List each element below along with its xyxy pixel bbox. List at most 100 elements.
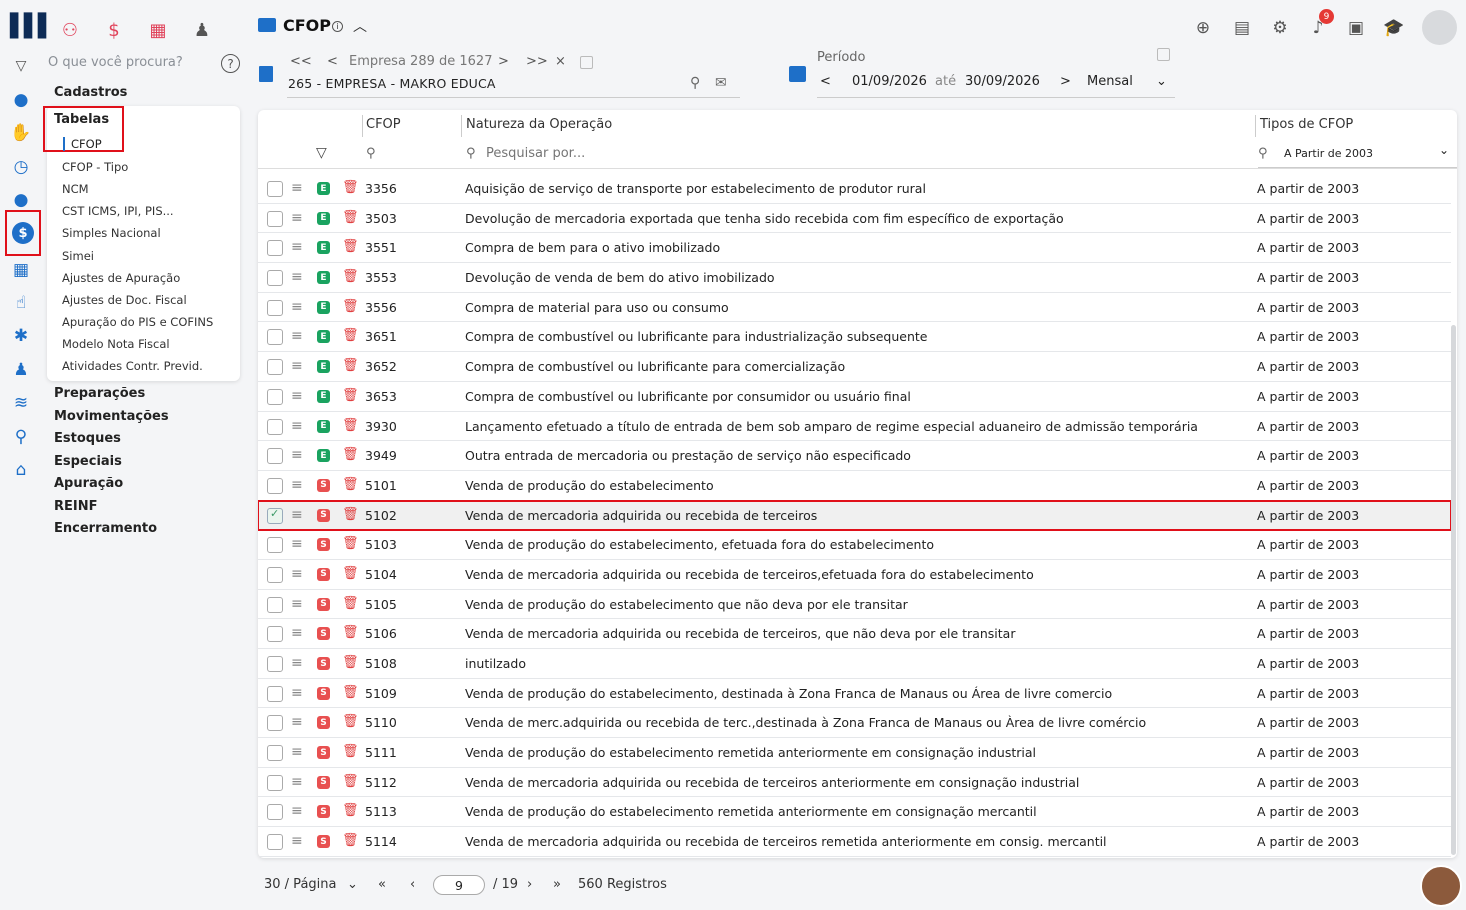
network-icon[interactable]: ✱: [9, 324, 33, 348]
natureza-search-icon[interactable]: ⚲: [466, 146, 476, 161]
table-row[interactable]: ≡ E 🗑 3949 Outra entrada de mercadoria ou pr…: [258, 441, 1451, 471]
menu-item-ajustes-doc[interactable]: Ajustes de Doc. Fiscal: [62, 293, 187, 307]
trash-icon[interactable]: 🗑: [342, 596, 359, 611]
trash-icon[interactable]: 🗑: [342, 507, 359, 522]
menu-tabelas[interactable]: Tabelas: [54, 112, 109, 127]
menu-item-ncm[interactable]: NCM: [62, 182, 89, 196]
row-checkbox[interactable]: [267, 181, 283, 197]
row-checkbox[interactable]: [267, 240, 283, 257]
menu-especiais[interactable]: Especiais: [54, 454, 122, 469]
row-checkbox[interactable]: [267, 270, 283, 287]
drag-handle-icon[interactable]: ≡: [291, 536, 303, 552]
drag-handle-icon[interactable]: ≡: [291, 180, 303, 196]
drag-handle-icon[interactable]: ≡: [291, 596, 303, 612]
prev-page-button[interactable]: ‹: [410, 877, 415, 892]
col-tipos[interactable]: Tipos de CFOP: [1260, 117, 1353, 132]
table-row[interactable]: ≡ S 🗑 5112 Venda de mercadoria adquirida ou …: [258, 768, 1451, 798]
drag-handle-icon[interactable]: ≡: [291, 655, 303, 671]
table-row[interactable]: ≡ E 🗑 3652 Compra de combustível ou lubrific…: [258, 352, 1451, 382]
drag-handle-icon[interactable]: ≡: [291, 299, 303, 315]
table-row[interactable]: ≡ S 🗑 5113 Venda de produção do estabelecime…: [258, 797, 1451, 828]
people-icon[interactable]: ⚇: [58, 18, 82, 42]
per-page-chevron-icon[interactable]: ⌄: [347, 877, 358, 892]
trash-icon[interactable]: 🗑: [342, 625, 359, 640]
trash-icon[interactable]: 🗑: [342, 536, 359, 551]
row-checkbox[interactable]: [267, 745, 283, 762]
document-icon[interactable]: ▤: [1230, 16, 1254, 40]
first-page-button[interactable]: «: [378, 877, 386, 892]
row-checkbox[interactable]: [267, 477, 283, 494]
drag-handle-icon[interactable]: ≡: [291, 714, 303, 730]
row-checkbox[interactable]: [267, 685, 283, 702]
avatar[interactable]: [1422, 10, 1457, 45]
last-empresa-button[interactable]: >>: [526, 54, 548, 69]
mail-icon[interactable]: ✉: [715, 75, 727, 91]
row-checkbox[interactable]: [267, 834, 283, 851]
user-icon[interactable]: ●: [9, 88, 33, 112]
home-icon[interactable]: ⌂: [9, 458, 33, 482]
add-icon[interactable]: ⊕: [1191, 16, 1215, 40]
last-page-button[interactable]: »: [553, 877, 561, 892]
tipo-chevron-down-icon[interactable]: ⌄: [1439, 143, 1449, 157]
drag-handle-icon[interactable]: ≡: [291, 744, 303, 760]
table-row[interactable]: ≡ S 🗑 5105 Venda de produção do estabelecime…: [258, 590, 1451, 620]
chevron-up-icon[interactable]: ︿: [353, 16, 367, 36]
drag-handle-icon[interactable]: ≡: [291, 388, 303, 404]
table-row[interactable]: ≡ S 🗑 5108 inutilzado A partir de 2003: [258, 649, 1451, 679]
drag-handle-icon[interactable]: ≡: [291, 507, 303, 523]
first-empresa-button[interactable]: <<: [290, 54, 312, 69]
row-checkbox[interactable]: [267, 626, 283, 643]
menu-item-pis-cofins[interactable]: Apuração do PIS e COFINS: [62, 315, 213, 329]
trash-icon[interactable]: 🗑: [342, 714, 359, 729]
menu-apuracao[interactable]: Apuração: [54, 476, 123, 491]
drag-handle-icon[interactable]: ≡: [291, 418, 303, 434]
drag-handle-icon[interactable]: ≡: [291, 210, 303, 226]
table-row[interactable]: ≡ E 🗑 3930 Lançamento efetuado a título de e…: [258, 412, 1451, 442]
row-checkbox[interactable]: [267, 566, 283, 583]
table-row[interactable]: ≡ E 🗑 3556 Compra de material para uso ou co…: [258, 293, 1451, 323]
satellite-icon[interactable]: ⚙: [1268, 16, 1292, 40]
empresa-search-icon[interactable]: ⚲: [690, 75, 700, 91]
row-checkbox[interactable]: [267, 507, 283, 524]
trash-icon[interactable]: 🗑: [342, 388, 359, 403]
natureza-search-input[interactable]: [486, 146, 786, 161]
calculator-grid-icon[interactable]: ▦: [146, 18, 170, 42]
col-natureza[interactable]: Natureza da Operação: [466, 117, 612, 132]
prev-empresa-button[interactable]: <: [327, 54, 338, 69]
row-checkbox[interactable]: [267, 656, 283, 672]
trash-icon[interactable]: 🗑: [342, 239, 359, 254]
table-row[interactable]: ≡ S 🗑 5102 Venda de mercadoria adquirida ou …: [258, 499, 1452, 532]
table-row[interactable]: ≡ E 🗑 3503 Devolução de mercadoria exportada…: [258, 204, 1451, 234]
menu-item-simples[interactable]: Simples Nacional: [62, 226, 161, 240]
menu-item-ajustes-apuracao[interactable]: Ajustes de Apuração: [62, 271, 180, 285]
row-checkbox[interactable]: [267, 418, 283, 435]
periodo-checkbox[interactable]: [1157, 48, 1170, 61]
drag-handle-icon[interactable]: ≡: [291, 447, 303, 463]
trash-icon[interactable]: 🗑: [342, 655, 359, 670]
next-page-button[interactable]: ›: [527, 877, 532, 892]
table-row[interactable]: ≡ S 🗑 5111 Venda de produção do estabelecime…: [258, 738, 1451, 768]
col-cfop[interactable]: CFOP: [366, 117, 401, 132]
table-row[interactable]: ≡ S 🗑 5114 Venda de mercadoria adquirida ou …: [258, 827, 1451, 857]
drag-handle-icon[interactable]: ≡: [291, 239, 303, 255]
drag-handle-icon[interactable]: ≡: [291, 328, 303, 344]
trash-icon[interactable]: 🗑: [342, 803, 359, 818]
menu-item-modelo-nf[interactable]: Modelo Nota Fiscal: [62, 337, 170, 351]
dollar-sign-icon[interactable]: $: [102, 18, 126, 42]
drag-handle-icon[interactable]: ≡: [291, 833, 303, 849]
row-checkbox[interactable]: [267, 210, 283, 227]
menu-item-cfop[interactable]: CFOP: [63, 137, 102, 151]
table-row[interactable]: ≡ S 🗑 5103 Venda de produção do estabelecime…: [258, 530, 1451, 560]
moneybag-icon[interactable]: ♟: [9, 358, 33, 382]
page-input[interactable]: [433, 875, 485, 895]
cfop-search-icon[interactable]: ⚲: [366, 146, 376, 161]
info-icon[interactable]: i: [332, 21, 343, 32]
period-mode-select[interactable]: Mensal: [1087, 74, 1133, 89]
calculator-icon[interactable]: ▦: [9, 258, 33, 282]
row-checkbox[interactable]: [267, 448, 283, 465]
row-checkbox[interactable]: [267, 804, 283, 821]
table-row[interactable]: ≡ E 🗑 3651 Compra de combustível ou lubrific…: [258, 322, 1451, 353]
drag-handle-icon[interactable]: ≡: [291, 685, 303, 701]
table-row[interactable]: ≡ S 🗑 5109 Venda de produção do estabelecime…: [258, 679, 1451, 709]
trash-icon[interactable]: 🗑: [342, 418, 359, 433]
